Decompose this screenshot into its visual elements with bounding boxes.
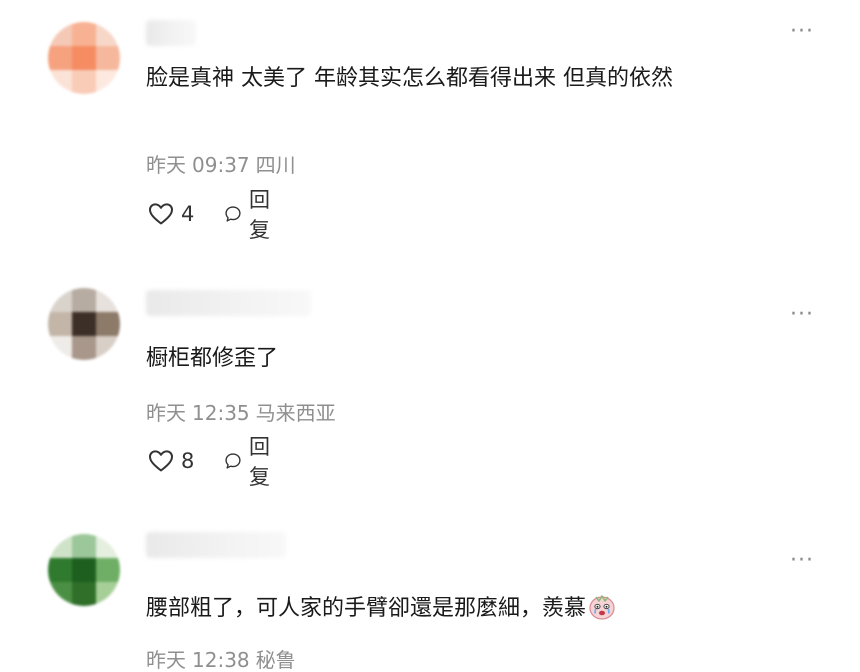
chat-bubble-icon xyxy=(225,453,241,469)
comment-time: 12:35 xyxy=(192,401,250,425)
comment-date: 昨天 xyxy=(146,401,186,425)
comment-date: 昨天 xyxy=(146,648,186,672)
comment-text: 腰部粗了，可人家的手臂卻還是那麼細，羨慕 xyxy=(146,594,616,624)
reply-button[interactable]: 回复 xyxy=(224,435,278,489)
heart-icon xyxy=(149,450,173,472)
username-blurred[interactable] xyxy=(146,290,311,316)
comment-location: 秘鲁 xyxy=(255,648,296,672)
more-options-button[interactable]: ··· xyxy=(786,550,818,572)
comment-meta: 昨天 12:35 马来西亚 xyxy=(146,401,342,425)
like-button[interactable]: 4 xyxy=(148,199,194,229)
comment-meta: 昨天 12:38 秘鲁 xyxy=(146,648,302,672)
username-blurred[interactable] xyxy=(146,20,196,46)
comment-meta: 昨天 09:37 四川 xyxy=(146,153,302,177)
comment-text: 脸是真神 太美了 年龄其实怎么都看得出来 但真的依然 xyxy=(146,66,673,91)
avatar[interactable] xyxy=(48,22,120,94)
username-blurred[interactable] xyxy=(146,532,286,558)
comment-location: 四川 xyxy=(255,153,296,177)
chat-bubble-icon xyxy=(225,206,241,222)
reply-label: 回复 xyxy=(248,188,270,242)
comment-date: 昨天 xyxy=(146,153,186,177)
comment-time: 12:38 xyxy=(192,648,250,672)
more-options-button[interactable]: ··· xyxy=(786,304,818,326)
avatar[interactable] xyxy=(48,288,120,360)
avatar[interactable] xyxy=(48,534,120,606)
like-button[interactable]: 8 xyxy=(148,446,194,476)
like-count: 8 xyxy=(181,449,195,473)
comment-location: 马来西亚 xyxy=(255,401,336,425)
heart-icon xyxy=(149,203,173,225)
reply-button[interactable]: 回复 xyxy=(224,188,278,242)
comment-time: 09:37 xyxy=(192,153,250,177)
crying-face-emoji-icon xyxy=(589,595,615,620)
like-count: 4 xyxy=(181,202,195,226)
reply-label: 回复 xyxy=(248,435,270,489)
comment-text-content: 腰部粗了，可人家的手臂卻還是那麼細，羨慕 xyxy=(146,596,587,621)
more-options-button[interactable]: ··· xyxy=(786,21,818,43)
comment-text: 橱柜都修歪了 xyxy=(146,346,279,371)
